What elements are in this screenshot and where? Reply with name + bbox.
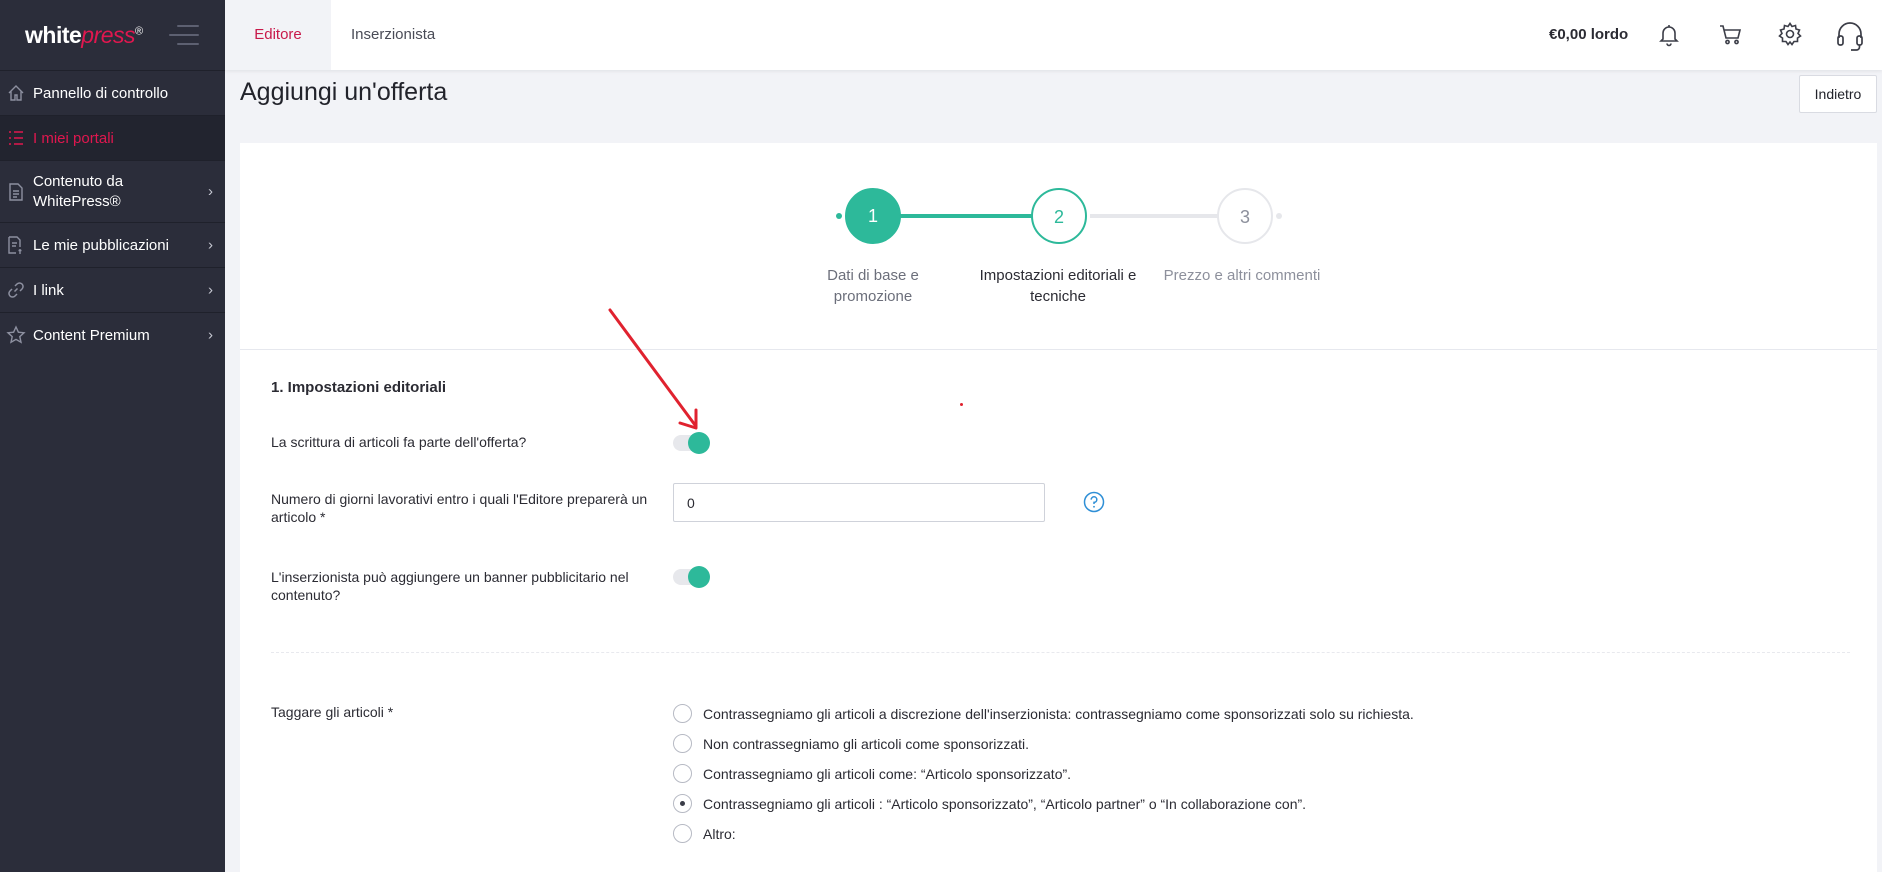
radio-button[interactable] [673,764,692,783]
star-icon [6,325,26,344]
sidebar: whitepress® Pannello di controllo I miei… [0,0,225,872]
offer-form-card: 1 2 3 Dati di base e promozione Impostaz… [240,143,1877,872]
step-1-circle[interactable]: 1 [845,188,901,244]
stepper-start-dot [836,213,842,219]
cart-icon[interactable] [1717,20,1745,48]
sidebar-item-links[interactable]: I link › [0,267,225,312]
radio-label: Non contrassegniamo gli articoli come sp… [703,735,1030,752]
sidebar-item-my-publications[interactable]: Le mie pubblicazioni › [0,222,225,267]
tagging-option[interactable]: Contrassegniamo gli articoli a discrezio… [673,704,1414,723]
sidebar-item-content-premium[interactable]: Content Premium › [0,312,225,357]
tagging-option[interactable]: Contrassegniamo gli articoli come: “Arti… [673,764,1071,783]
sidebar-item-whitepress-content[interactable]: Contenuto da WhitePress® › [0,160,225,222]
logo[interactable]: whitepress® [25,22,143,49]
back-button[interactable]: Indietro [1799,75,1877,113]
tab-advertiser[interactable]: Inserzionista [351,0,435,70]
radio-label: Altro: [703,825,736,842]
help-question-icon[interactable] [1083,491,1105,513]
radio-button[interactable] [673,824,692,843]
section-separator [271,652,1850,653]
article-writing-label: La scrittura di articoli fa parte dell'o… [271,434,527,450]
sidebar-item-label: Content Premium [33,326,150,344]
link-icon [8,282,24,298]
radio-button-selected[interactable] [673,794,692,813]
top-bar: Editore Inserzionista €0,00 lordo [225,0,1882,70]
radio-label: Contrassegniamo gli articoli a discrezio… [703,705,1414,722]
banner-toggle[interactable] [673,566,710,588]
step-1-label: Dati di base e promozione [827,267,919,305]
chevron-right-icon: › [208,281,213,299]
logo-row: whitepress® [0,0,225,70]
annotation-arrow-icon [608,308,698,430]
radio-button[interactable] [673,704,692,723]
days-label: Numero di giorni lavorativi entro i qual… [271,491,648,525]
radio-label: Contrassegniamo gli articoli come: “Arti… [703,765,1072,782]
section-title: 1. Impostazioni editoriali [271,379,447,396]
sidebar-item-label: Contenuto da WhitePress® [33,172,124,210]
home-icon [8,85,24,101]
chevron-right-icon: › [208,182,213,200]
tab-publisher[interactable]: Editore [225,0,331,70]
sidebar-item-label: I miei portali [33,129,114,147]
chevron-right-icon: › [208,326,213,344]
annotation-dot [960,403,963,406]
days-input[interactable] [673,483,1045,522]
publications-icon [8,236,22,254]
settings-gear-icon[interactable] [1776,20,1804,48]
sidebar-item-label: Pannello di controllo [33,84,169,102]
sidebar-item-label: Le mie pubblicazioni [33,236,169,254]
sidebar-item-my-portals[interactable]: I miei portali [0,115,225,160]
support-headset-icon[interactable] [1835,20,1865,52]
radio-label: Contrassegniamo gli articoli : “Articolo… [703,795,1307,812]
card-divider [240,349,1877,350]
balance-display[interactable]: €0,00 lordo [1549,0,1628,70]
article-writing-toggle[interactable] [673,432,710,454]
sidebar-item-dashboard[interactable]: Pannello di controllo [0,70,225,115]
tagging-label: Taggare gli articoli * [271,704,394,720]
sidebar-item-label: I link [33,281,64,299]
tagging-option[interactable]: Altro: [673,824,736,843]
chevron-right-icon: › [208,236,213,254]
banner-label: L'inserzionista può aggiungere un banner… [271,569,629,603]
stepper-end-dot [1276,213,1282,219]
bell-icon[interactable] [1655,20,1683,48]
tagging-option[interactable]: Contrassegniamo gli articoli : “Articolo… [673,794,1306,813]
step-3-circle[interactable]: 3 [1217,188,1273,244]
hamburger-menu-icon[interactable] [168,25,199,45]
tagging-option[interactable]: Non contrassegniamo gli articoli come sp… [673,734,1029,753]
document-icon [9,182,23,201]
page-title: Aggiungi un'offerta [240,78,448,106]
list-icon [9,131,23,145]
step-3-label: Prezzo e altri commenti [1163,267,1321,284]
step-2-label: Impostazioni editoriali e tecniche [979,267,1137,305]
step-2-circle[interactable]: 2 [1031,188,1087,244]
radio-button[interactable] [673,734,692,753]
